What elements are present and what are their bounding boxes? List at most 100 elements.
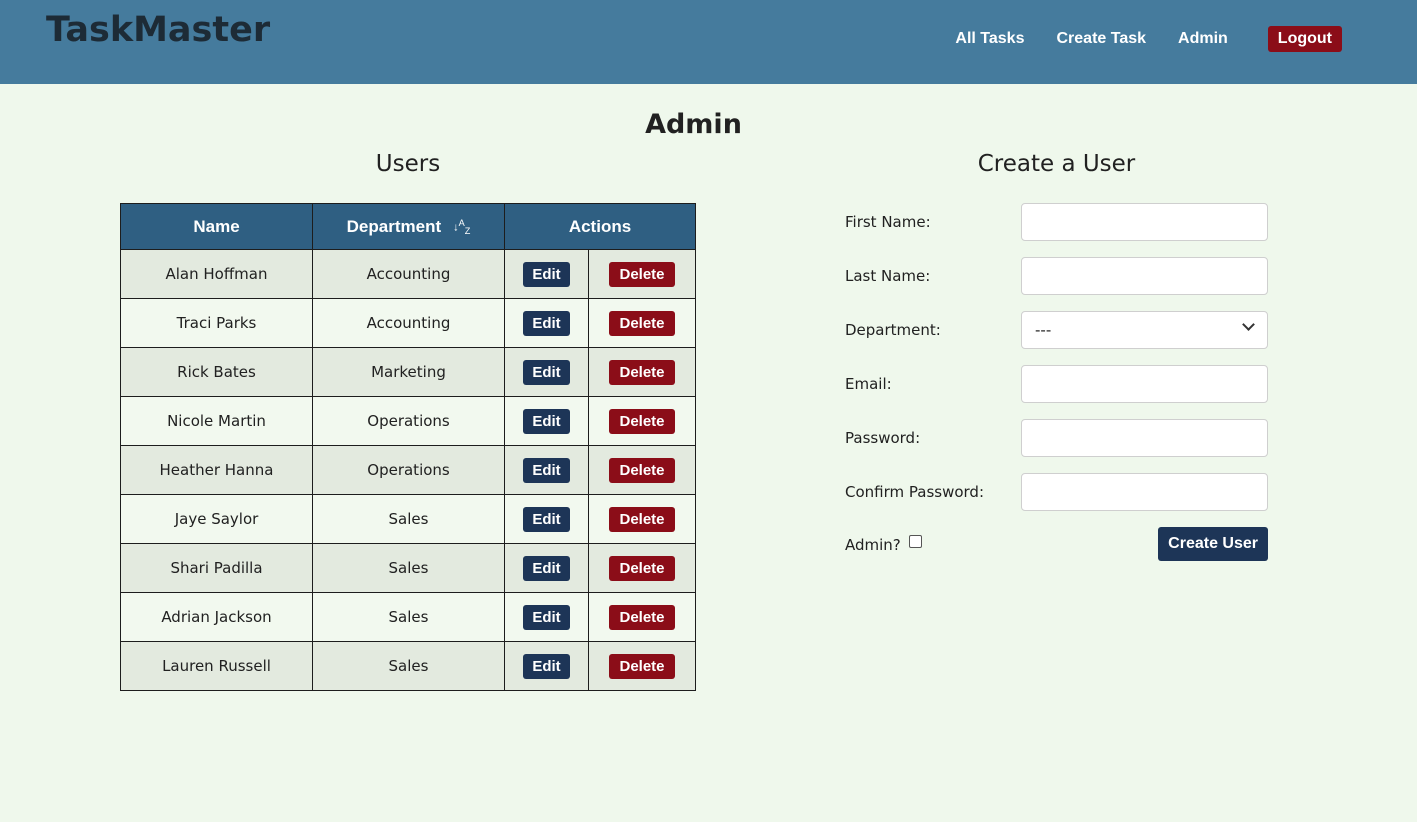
delete-cell: Delete — [588, 445, 696, 495]
user-department-cell: Sales — [312, 494, 505, 544]
edit-cell: Edit — [504, 592, 589, 642]
user-name-cell: Lauren Russell — [120, 641, 313, 691]
table-row: Shari Padilla Sales Edit Delete — [120, 543, 696, 593]
column-header-department-label: Department — [346, 216, 442, 236]
edit-user-button[interactable]: Edit — [523, 310, 570, 336]
create-user-form: First Name: Last Name: Department: --- E… — [845, 203, 1268, 567]
delete-user-button[interactable]: Delete — [609, 261, 675, 287]
edit-user-button[interactable]: Edit — [523, 359, 570, 385]
last-name-label: Last Name: — [845, 267, 931, 285]
password-field[interactable] — [1021, 419, 1268, 457]
edit-user-button[interactable]: Edit — [523, 653, 570, 679]
department-select[interactable]: --- — [1021, 311, 1268, 349]
edit-cell: Edit — [504, 347, 589, 397]
first-name-field[interactable] — [1021, 203, 1268, 241]
delete-user-button[interactable]: Delete — [609, 408, 675, 434]
nav-admin[interactable]: Admin — [1178, 30, 1228, 48]
edit-cell: Edit — [504, 445, 589, 495]
sort-alpha-down-icon[interactable]: ↓AZ — [453, 218, 470, 236]
admin-label: Admin? — [845, 536, 901, 554]
edit-user-button[interactable]: Edit — [523, 408, 570, 434]
users-table: Name Department ↓AZ Actions Alan Hoffman A… — [120, 203, 696, 691]
delete-user-button[interactable]: Delete — [609, 653, 675, 679]
delete-cell: Delete — [588, 249, 696, 299]
delete-user-button[interactable]: Delete — [609, 359, 675, 385]
logout-button[interactable]: Logout — [1267, 26, 1342, 52]
password-row: Password: — [845, 419, 1268, 473]
edit-cell: Edit — [504, 298, 589, 348]
edit-cell: Edit — [504, 543, 589, 593]
first-name-label: First Name: — [845, 213, 931, 231]
email-field[interactable] — [1021, 365, 1268, 403]
department-row: Department: --- — [845, 311, 1268, 365]
edit-user-button[interactable]: Edit — [523, 506, 570, 532]
delete-cell: Delete — [588, 592, 696, 642]
delete-user-button[interactable]: Delete — [609, 310, 675, 336]
user-department-cell: Sales — [312, 592, 505, 642]
delete-cell: Delete — [588, 396, 696, 446]
user-name-cell: Heather Hanna — [120, 445, 313, 495]
user-name-cell: Traci Parks — [120, 298, 313, 348]
department-select-value: --- — [1035, 321, 1052, 339]
user-department-cell: Operations — [312, 396, 505, 446]
admin-row: Admin? Create User — [845, 527, 1268, 567]
user-department-cell: Accounting — [312, 298, 505, 348]
password-label: Password: — [845, 429, 921, 447]
user-name-cell: Jaye Saylor — [120, 494, 313, 544]
nav-all-tasks[interactable]: All Tasks — [955, 30, 1024, 48]
top-navbar: TaskMaster All Tasks Create Task Admin L… — [0, 0, 1417, 84]
confirm-password-row: Confirm Password: — [845, 473, 1268, 527]
delete-cell: Delete — [588, 347, 696, 397]
chevron-down-icon — [1242, 318, 1255, 331]
delete-user-button[interactable]: Delete — [609, 604, 675, 630]
edit-user-button[interactable]: Edit — [523, 604, 570, 630]
user-department-cell: Accounting — [312, 249, 505, 299]
users-section-title: Users — [375, 151, 441, 177]
nav-create-task[interactable]: Create Task — [1056, 30, 1146, 48]
confirm-password-field[interactable] — [1021, 473, 1268, 511]
email-row: Email: — [845, 365, 1268, 419]
table-row: Heather Hanna Operations Edit Delete — [120, 445, 696, 495]
page-title: Admin — [645, 109, 742, 140]
table-row: Nicole Martin Operations Edit Delete — [120, 396, 696, 446]
user-name-cell: Shari Padilla — [120, 543, 313, 593]
delete-user-button[interactable]: Delete — [609, 506, 675, 532]
create-user-button[interactable]: Create User — [1158, 527, 1268, 561]
last-name-row: Last Name: — [845, 257, 1268, 311]
edit-user-button[interactable]: Edit — [523, 457, 570, 483]
user-name-cell: Rick Bates — [120, 347, 313, 397]
edit-cell: Edit — [504, 249, 589, 299]
column-header-department[interactable]: Department ↓AZ — [312, 203, 505, 250]
user-name-cell: Alan Hoffman — [120, 249, 313, 299]
table-row: Rick Bates Marketing Edit Delete — [120, 347, 696, 397]
user-name-cell: Nicole Martin — [120, 396, 313, 446]
delete-cell: Delete — [588, 543, 696, 593]
user-department-cell: Sales — [312, 543, 505, 593]
delete-user-button[interactable]: Delete — [609, 555, 675, 581]
confirm-password-label: Confirm Password: — [845, 483, 985, 501]
email-label: Email: — [845, 375, 892, 393]
table-row: Adrian Jackson Sales Edit Delete — [120, 592, 696, 642]
delete-user-button[interactable]: Delete — [609, 457, 675, 483]
edit-user-button[interactable]: Edit — [523, 261, 570, 287]
edit-cell: Edit — [504, 396, 589, 446]
last-name-field[interactable] — [1021, 257, 1268, 295]
table-row: Lauren Russell Sales Edit Delete — [120, 641, 696, 691]
table-row: Traci Parks Accounting Edit Delete — [120, 298, 696, 348]
admin-checkbox[interactable] — [909, 535, 922, 548]
table-header-row: Name Department ↓AZ Actions — [120, 203, 696, 250]
user-department-cell: Marketing — [312, 347, 505, 397]
user-department-cell: Operations — [312, 445, 505, 495]
column-header-name: Name — [120, 203, 313, 250]
user-department-cell: Sales — [312, 641, 505, 691]
user-name-cell: Adrian Jackson — [120, 592, 313, 642]
edit-cell: Edit — [504, 494, 589, 544]
department-label: Department: — [845, 321, 941, 339]
table-row: Alan Hoffman Accounting Edit Delete — [120, 249, 696, 299]
brand-logo[interactable]: TaskMaster — [46, 10, 270, 50]
column-header-actions: Actions — [504, 203, 696, 250]
edit-user-button[interactable]: Edit — [523, 555, 570, 581]
edit-cell: Edit — [504, 641, 589, 691]
delete-cell: Delete — [588, 641, 696, 691]
main-nav: All Tasks Create Task Admin Logout — [923, 26, 1342, 52]
